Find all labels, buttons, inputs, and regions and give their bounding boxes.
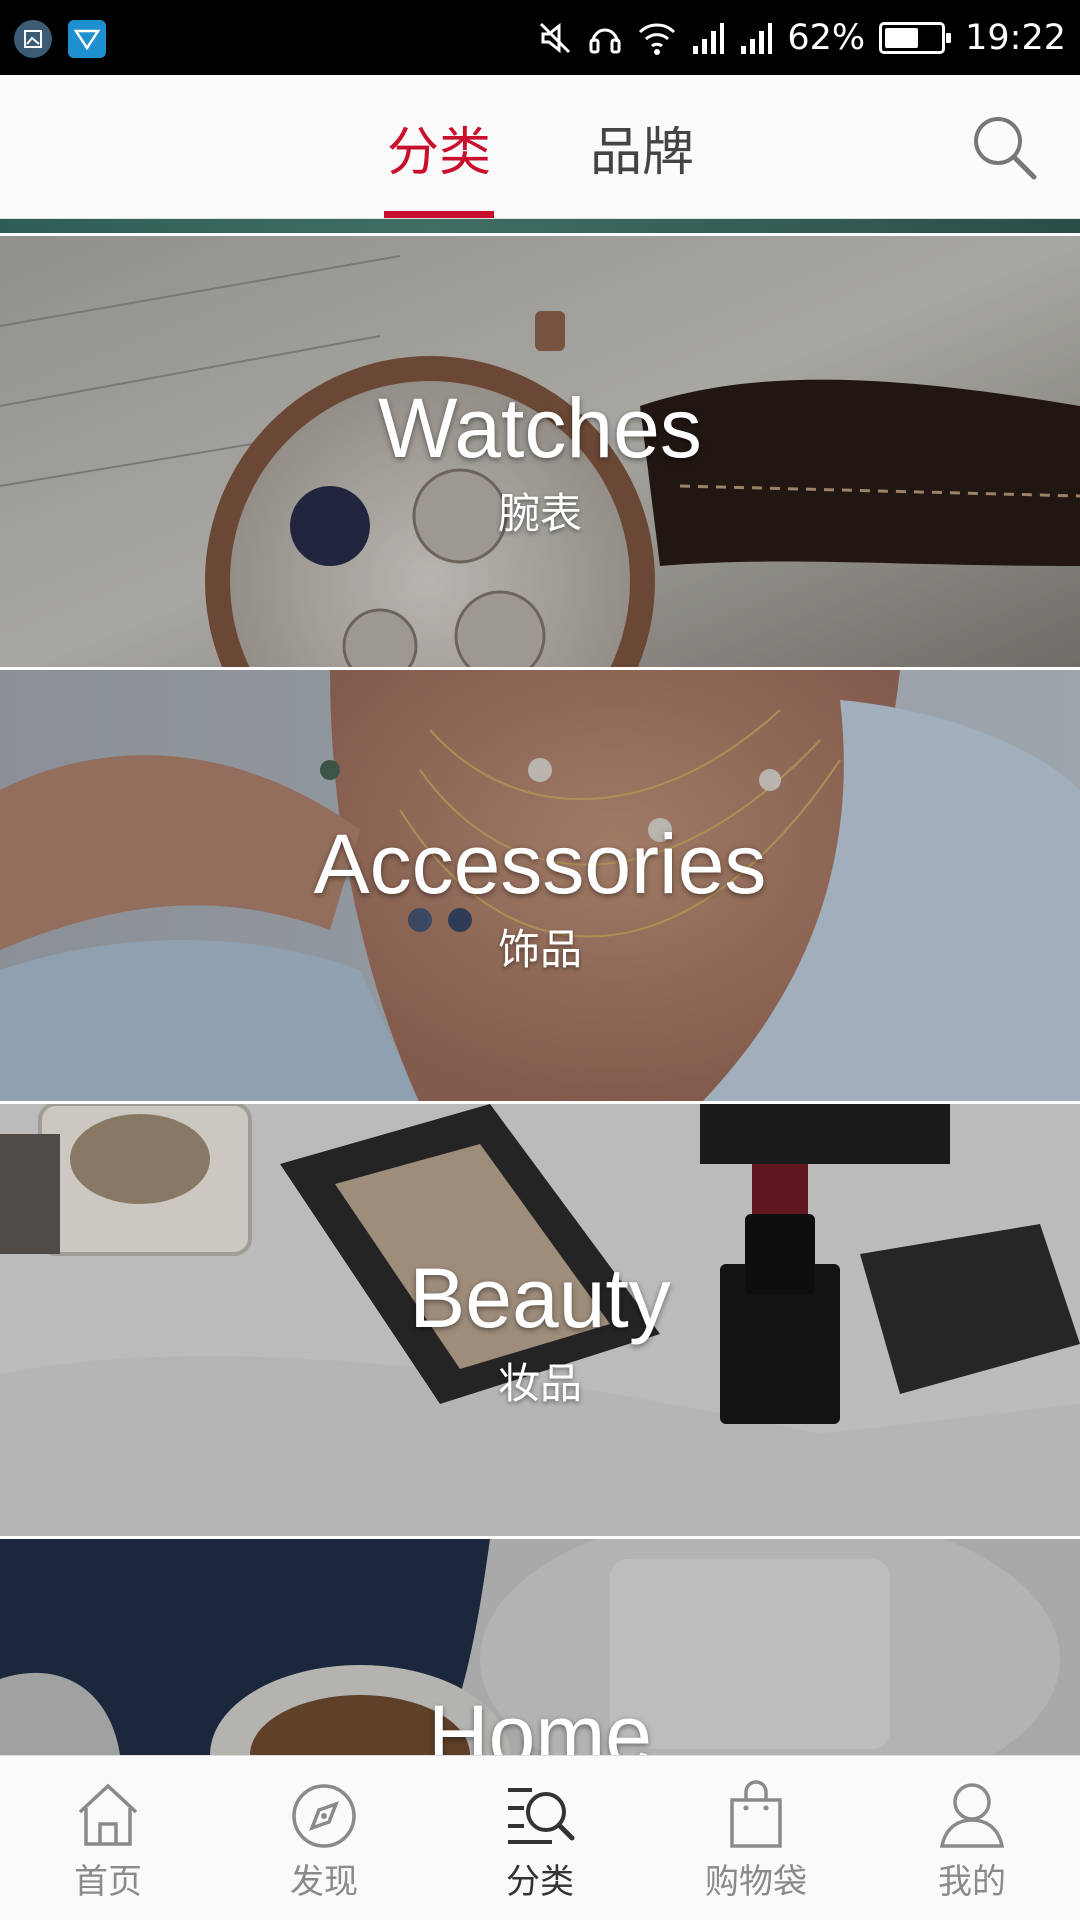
vpn-app-icon <box>68 20 106 58</box>
bottom-navigation: 首页 发现 分类 购物袋 我的 <box>0 1755 1080 1920</box>
previous-category-banner-edge <box>0 219 1080 233</box>
search-icon[interactable] <box>968 111 1040 183</box>
system-indicators: 62% 19:22 <box>537 0 1066 75</box>
battery-percentage: 62% <box>787 17 866 58</box>
category-subtitle: 饰品 <box>497 925 582 974</box>
tab-category[interactable]: 分类 <box>384 75 494 219</box>
nav-profile[interactable]: 我的 <box>864 1756 1080 1920</box>
signal-icon <box>741 22 773 54</box>
category-card-home[interactable]: Home <box>0 1539 1080 1755</box>
nav-label: 我的 <box>938 1862 1006 1902</box>
category-title: Accessories <box>313 817 767 911</box>
active-tab-indicator <box>384 211 494 218</box>
category-card-beauty[interactable]: Beauty 妆品 <box>0 1104 1080 1539</box>
category-subtitle: 腕表 <box>497 489 582 538</box>
category-title: Watches <box>378 381 702 475</box>
nav-label: 购物袋 <box>705 1862 807 1902</box>
nav-label: 发现 <box>290 1862 358 1902</box>
home-icon <box>78 1783 138 1846</box>
tab-brand[interactable]: 品牌 <box>586 75 698 219</box>
nav-home[interactable]: 首页 <box>0 1756 216 1920</box>
compass-icon <box>292 1784 356 1848</box>
top-tab-bar: 分类 品牌 <box>0 75 1080 219</box>
battery-icon <box>879 21 952 54</box>
clock: 19:22 <box>965 17 1066 58</box>
shopping-bag-icon <box>730 1780 782 1848</box>
nav-shopping-bag[interactable]: 购物袋 <box>648 1756 864 1920</box>
category-search-icon <box>508 1788 575 1844</box>
category-title: Beauty <box>409 1251 671 1345</box>
category-subtitle: 妆品 <box>497 1359 582 1408</box>
profile-icon <box>939 1783 1005 1848</box>
silent-icon <box>540 22 571 53</box>
nav-discover[interactable]: 发现 <box>216 1756 432 1920</box>
category-card-accessories[interactable]: Accessories 饰品 <box>0 670 1080 1104</box>
category-card-watches[interactable]: Watches 腕表 <box>0 236 1080 670</box>
gallery-app-icon <box>14 20 52 58</box>
signal-icon <box>693 22 725 54</box>
nav-label: 分类 <box>506 1862 574 1902</box>
nav-label: 首页 <box>74 1862 142 1902</box>
nav-category[interactable]: 分类 <box>432 1756 648 1920</box>
category-title: Home <box>427 1688 653 1755</box>
notification-icons <box>14 20 106 58</box>
wifi-icon <box>639 22 676 55</box>
status-bar: 62% 19:22 <box>0 0 1080 75</box>
headset-icon <box>589 28 621 53</box>
